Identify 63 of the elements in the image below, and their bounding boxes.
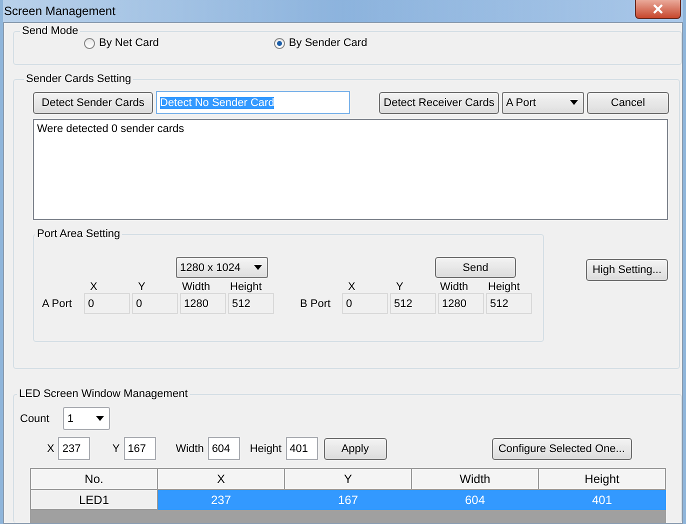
count-dropdown[interactable]: 1 <box>63 407 110 430</box>
table-cell: 604 <box>412 490 538 510</box>
caret-icon <box>254 265 262 270</box>
table-row[interactable]: LED1 237 167 604 401 <box>30 490 666 510</box>
input-field[interactable]: 167 <box>124 437 156 460</box>
column-label: Width <box>181 281 212 293</box>
column-header: No. <box>30 468 158 490</box>
detect-receiver-cards-button[interactable]: Detect Receiver Cards <box>379 92 499 114</box>
table-cell: LED1 <box>30 490 158 510</box>
close-icon <box>652 4 664 14</box>
table-cell: 237 <box>158 490 284 510</box>
input-field[interactable]: 512 <box>486 293 532 314</box>
field-label: Height <box>250 442 282 454</box>
apply-button[interactable]: Apply <box>324 438 387 460</box>
port-label: B Port <box>299 298 332 310</box>
group-title: Port Area Setting <box>36 228 122 240</box>
detect-sender-cards-button[interactable]: Detect Sender Cards <box>33 92 153 114</box>
caret-icon <box>570 100 578 105</box>
field-label: Width <box>176 442 204 454</box>
input-field[interactable]: 512 <box>228 293 274 314</box>
radio-button[interactable] <box>274 38 285 48</box>
column-header: X <box>158 468 284 490</box>
column-label: Height <box>487 281 521 293</box>
input-field[interactable]: 0 <box>84 293 130 314</box>
high-setting-button[interactable]: High Setting... <box>586 259 668 281</box>
column-label: Width <box>439 281 470 293</box>
input-field[interactable]: 0 <box>132 293 178 314</box>
cancel-button[interactable]: Cancel <box>587 92 669 114</box>
port-label: A Port <box>41 298 73 310</box>
input-field[interactable]: 237 <box>58 437 90 460</box>
input-field[interactable]: 0 <box>342 293 388 314</box>
close-button[interactable] <box>635 0 681 19</box>
count-label: Count <box>20 412 50 424</box>
radio-button[interactable] <box>84 38 95 48</box>
field-label: X <box>47 442 54 454</box>
input-field[interactable]: 401 <box>286 437 318 460</box>
table-cell: 401 <box>538 490 666 510</box>
send-button[interactable]: Send <box>435 257 516 278</box>
group-title: Send Mode <box>21 25 80 37</box>
radio-label: By Net Card <box>99 37 159 49</box>
configure-selected-button[interactable]: Configure Selected One... <box>492 438 632 460</box>
log-area: Were detected 0 sender cards <box>33 119 668 220</box>
resolution-dropdown[interactable]: 1280 x 1024 <box>176 257 268 278</box>
column-label: X <box>89 281 98 293</box>
port-dropdown[interactable]: A Port <box>502 92 584 114</box>
group-title: LED Screen Window Management <box>18 388 189 400</box>
table-cell: 167 <box>284 490 412 510</box>
input-field[interactable]: 1280 <box>438 293 484 314</box>
input-field[interactable]: 604 <box>208 437 240 460</box>
column-label: Y <box>395 281 404 293</box>
caret-icon <box>96 416 104 421</box>
column-label: Height <box>229 281 263 293</box>
column-label: X <box>347 281 356 293</box>
radio-label: By Sender Card <box>288 37 368 49</box>
field-label: Y <box>112 442 120 454</box>
input-field[interactable]: 512 <box>390 293 436 314</box>
group-title: Sender Cards Setting <box>25 73 132 85</box>
column-label: Y <box>137 281 146 293</box>
input-field[interactable]: 1280 <box>180 293 226 314</box>
window-title: Screen Management <box>3 4 116 18</box>
column-header: Y <box>284 468 412 490</box>
column-header: Width <box>412 468 538 490</box>
column-header: Height <box>538 468 666 490</box>
